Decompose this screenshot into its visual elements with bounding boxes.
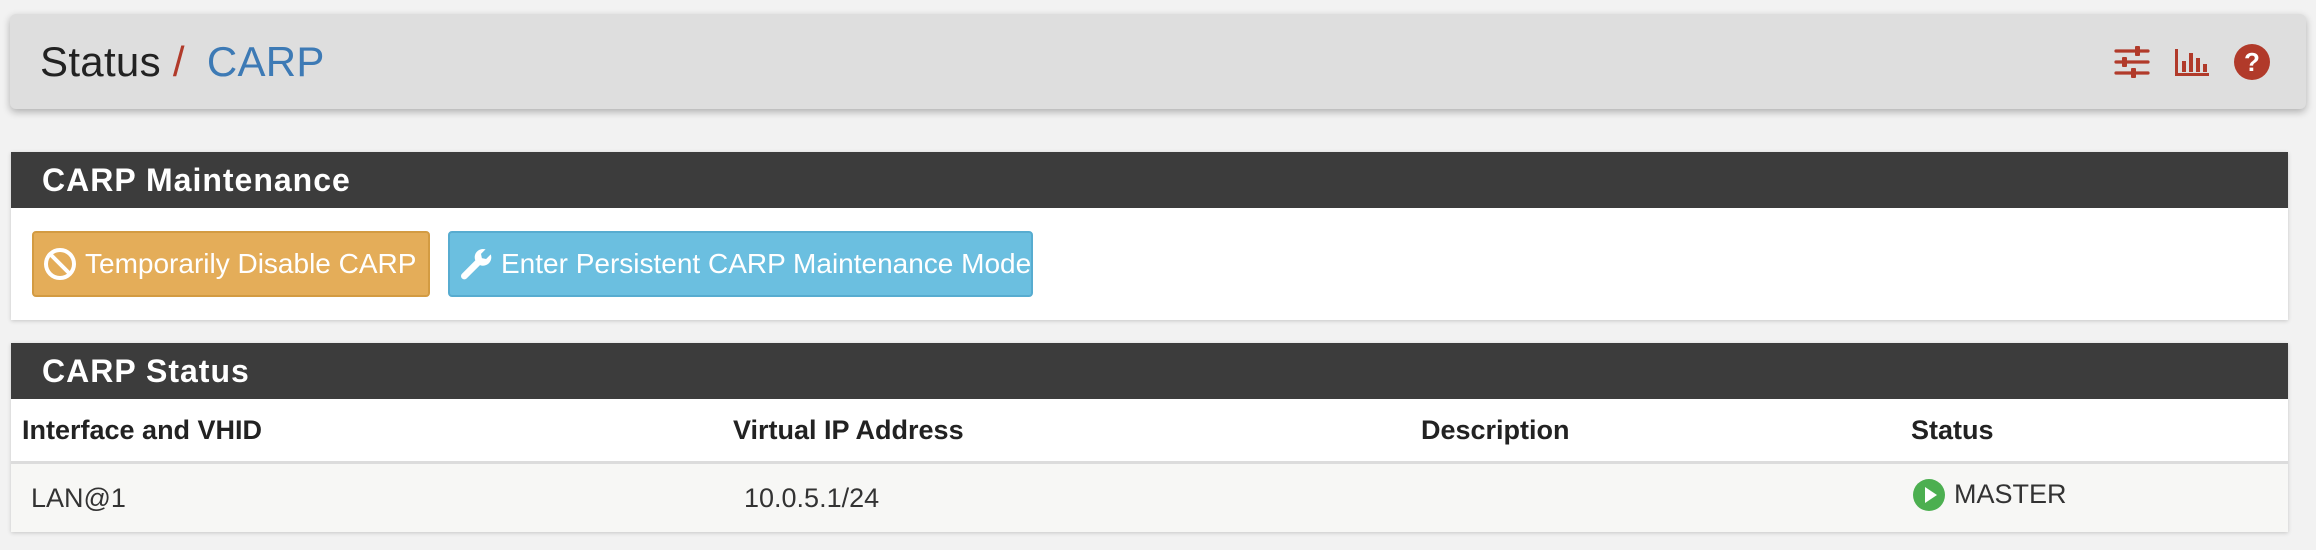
bar-chart-icon[interactable] — [2172, 42, 2212, 82]
column-header-virtual-ip: Virtual IP Address — [722, 399, 1410, 464]
table-row: LAN@1 10.0.5.1/24 MASTER — [11, 462, 2288, 532]
svg-text:?: ? — [2244, 47, 2260, 77]
play-circle-icon — [1912, 478, 1946, 512]
cell-status: MASTER — [1900, 462, 2288, 532]
breadcrumb-carp-link[interactable]: CARP — [207, 38, 325, 86]
help-icon[interactable]: ? — [2232, 42, 2272, 82]
column-header-description: Description — [1410, 399, 1900, 464]
breadcrumb-separator: / — [172, 37, 185, 85]
breadcrumb-status: Status — [40, 37, 161, 85]
table-header-row: Interface and VHID Virtual IP Address De… — [11, 399, 2288, 464]
persistent-maintenance-mode-button[interactable]: Enter Persistent CARP Maintenance Mode — [448, 231, 1033, 297]
breadcrumb-bar: Status / CARP ? — [10, 14, 2306, 109]
carp-maintenance-heading: CARP Maintenance — [11, 152, 2288, 208]
cell-interface: LAN@1 — [11, 462, 722, 532]
carp-maintenance-panel: CARP Maintenance Temporarily Disable CAR… — [11, 152, 2288, 320]
carp-status-panel: CARP Status Interface and VHID Virtual I… — [11, 343, 2288, 532]
breadcrumb: Status / CARP — [40, 38, 325, 86]
cell-virtual-ip: 10.0.5.1/24 — [722, 462, 1410, 532]
header-icon-group: ? — [2112, 42, 2272, 82]
status-text: MASTER — [1954, 479, 2067, 509]
cell-description — [1410, 462, 1900, 532]
ban-icon — [43, 247, 77, 281]
carp-status-table: Interface and VHID Virtual IP Address De… — [11, 399, 2288, 532]
temporarily-disable-carp-label: Temporarily Disable CARP — [85, 248, 417, 279]
column-header-status: Status — [1900, 399, 2288, 464]
status-indicator: MASTER — [1912, 478, 2067, 512]
column-header-interface: Interface and VHID — [11, 399, 722, 464]
sliders-icon[interactable] — [2112, 42, 2152, 82]
temporarily-disable-carp-button[interactable]: Temporarily Disable CARP — [32, 231, 430, 297]
maintenance-button-row: Temporarily Disable CARP Enter Persisten… — [11, 208, 2288, 320]
wrench-icon — [459, 247, 493, 281]
persistent-maintenance-mode-label: Enter Persistent CARP Maintenance Mode — [501, 248, 1032, 279]
carp-status-heading: CARP Status — [11, 343, 2288, 399]
